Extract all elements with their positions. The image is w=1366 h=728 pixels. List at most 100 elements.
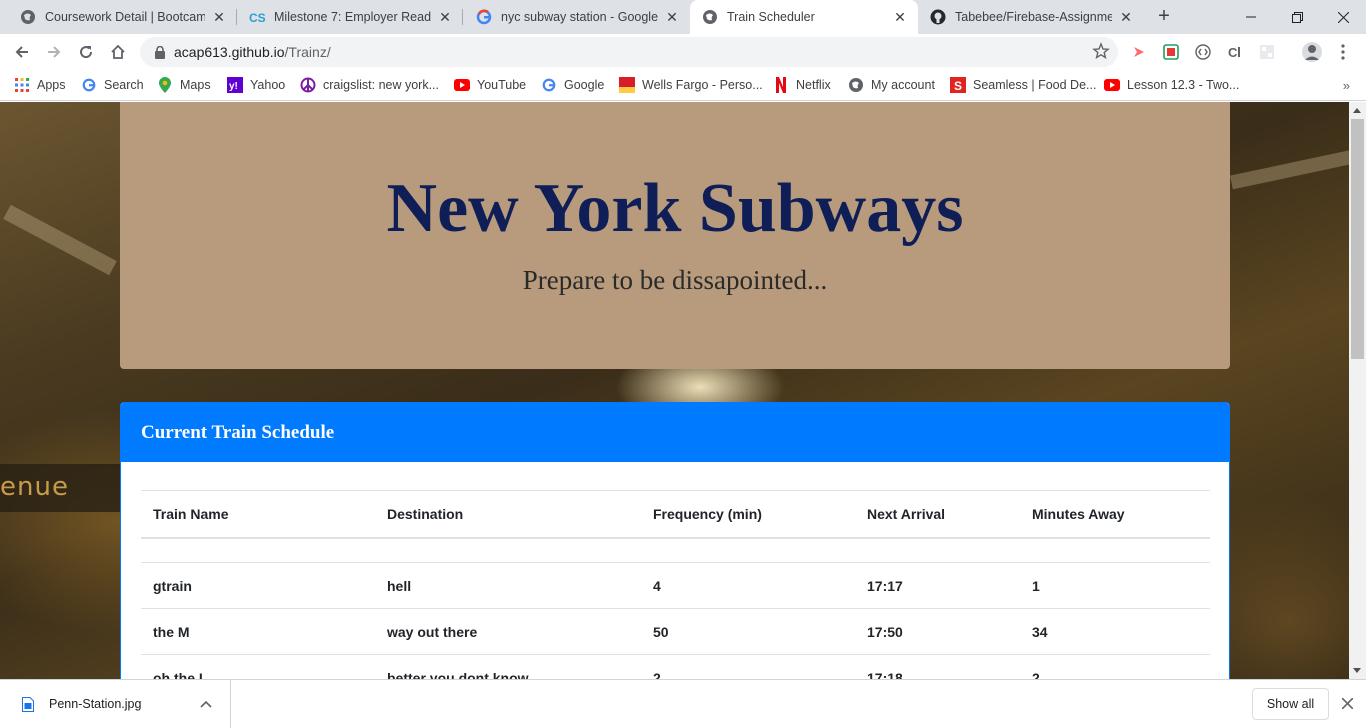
bookmarks-bar: Apps Search Maps y! Yahoo craigslist: ne… [0,70,1366,101]
bookmark-apps[interactable]: Apps [14,75,66,95]
table-spacer-row [141,538,1210,563]
url-host: acap613.github.io [174,44,285,60]
extension-code-icon[interactable] [1194,43,1212,61]
svg-text:S: S [954,79,962,93]
bookmark-google[interactable]: Google [541,75,604,95]
cell-train-name: oh the L [141,654,375,679]
back-arrow-icon[interactable] [8,38,36,66]
home-icon[interactable] [104,38,132,66]
url-path: /Trainz/ [284,44,331,60]
seamless-icon: S [950,77,966,93]
cs-icon: CS [249,9,265,25]
close-window-button[interactable] [1320,0,1366,34]
chevron-up-icon[interactable] [200,696,212,711]
svg-text:y!: y! [229,81,238,92]
extension-grid-icon[interactable] [1258,43,1276,61]
cell-frequency: 50 [641,608,855,655]
cell-destination: hell [375,562,641,609]
close-icon[interactable] [1338,694,1356,712]
kebab-menu-icon[interactable] [1334,43,1352,61]
peace-icon [300,77,316,93]
globe-icon [20,9,36,25]
github-icon [930,9,946,25]
bookmark-lesson[interactable]: Lesson 12.3 - Two... [1104,75,1239,95]
column-header-frequency: Frequency (min) [641,490,855,539]
google-icon [541,77,557,93]
close-icon[interactable]: ✕ [211,9,227,26]
column-header-train-name: Train Name [141,490,375,539]
show-all-downloads-button[interactable]: Show all [1252,688,1329,720]
scrollbar-thumb[interactable] [1351,119,1364,359]
tab-title: Milestone 7: Employer Ready [274,10,431,24]
bookmarks-overflow-button[interactable]: » [1343,78,1350,93]
cell-next-arrival: 17:50 [855,608,1020,655]
profile-avatar[interactable] [1300,40,1324,64]
cell-next-arrival: 17:17 [855,562,1020,609]
new-tab-button[interactable]: + [1152,5,1176,29]
scroll-down-arrow-icon[interactable] [1353,668,1361,673]
bookmark-star-icon[interactable] [1092,42,1110,63]
bookmark-label: Maps [180,78,211,92]
bookmark-label: YouTube [477,78,527,92]
schedule-card: Current Train Schedule Train Name Destin… [120,402,1230,679]
download-file-name: Penn-Station.jpg [49,697,142,711]
jumbotron: New York Subways Prepare to be dissapoin… [120,102,1230,369]
bookmark-netflix[interactable]: Netflix [773,75,831,95]
bookmark-seamless[interactable]: S Seamless | Food De... [950,75,1096,95]
bookmark-label: craigslist: new york... [323,78,440,92]
bookmark-label: Yahoo [250,78,286,92]
bookmark-search[interactable]: Search [81,75,144,95]
close-icon[interactable]: ✕ [664,9,680,26]
bookmark-label: Search [104,78,144,92]
cell-frequency: 4 [641,562,855,609]
bookmark-maps[interactable]: Maps [157,75,211,95]
bookmark-label: Google [564,78,605,92]
bookmark-my-account[interactable]: My account [848,75,935,95]
yahoo-icon: y! [227,77,243,93]
close-icon[interactable]: ✕ [1118,9,1134,26]
bookmark-yahoo[interactable]: y! Yahoo [227,75,285,95]
restore-button[interactable] [1274,0,1320,34]
google-icon [81,77,97,93]
close-icon[interactable]: ✕ [437,9,453,26]
image-file-icon [22,696,34,712]
scroll-up-arrow-icon[interactable] [1353,108,1361,113]
bookmark-craigslist[interactable]: craigslist: new york... [300,75,439,95]
background-beam [1229,148,1349,190]
cell-train-name: gtrain [141,562,375,609]
bookmark-label: Apps [37,78,66,92]
column-header-next-arrival: Next Arrival [855,490,1020,539]
page-scrollbar[interactable] [1349,102,1366,679]
table-row: the M way out there 50 17:50 34 [141,608,1210,655]
google-icon [476,9,492,25]
youtube-icon [1104,77,1120,93]
tab-google-search[interactable]: nyc subway station - Google Se ✕ [464,0,690,34]
tab-coursework[interactable]: Coursework Detail | Bootcamp ✕ [8,0,237,34]
cell-minutes-away: 2 [1020,654,1210,679]
browser-toolbar: acap613.github.io/Trainz/ C [0,34,1366,70]
forward-arrow-icon[interactable] [40,38,68,66]
reload-icon[interactable] [72,38,100,66]
cell-next-arrival: 17:18 [855,654,1020,679]
minimize-button[interactable] [1228,0,1274,34]
tab-title: Coursework Detail | Bootcamp [45,10,205,24]
bookmark-label: Wells Fargo - Perso... [642,78,763,92]
schedule-card-header: Current Train Schedule [121,403,1229,462]
bookmark-label: Seamless | Food De... [973,78,1097,92]
tab-milestone[interactable]: CS Milestone 7: Employer Ready ✕ [237,0,463,34]
tab-train-scheduler[interactable]: Train Scheduler ✕ [690,0,918,34]
cell-frequency: 2 [641,654,855,679]
bookmark-wells-fargo[interactable]: Wells Fargo - Perso... [619,75,763,95]
background-beam [3,204,117,276]
station-sign-text: enue [0,472,69,502]
table-header-row: Train Name Destination Frequency (min) N… [141,490,1210,539]
close-icon[interactable]: ✕ [892,9,908,26]
address-bar[interactable]: acap613.github.io/Trainz/ [140,37,1118,67]
extension-shield-icon[interactable] [1162,43,1180,61]
download-item[interactable]: Penn-Station.jpg [0,680,231,728]
lock-icon[interactable] [152,45,168,59]
bookmark-youtube[interactable]: YouTube [454,75,526,95]
extension-red-arrow-icon[interactable] [1130,43,1148,61]
extension-c-icon[interactable]: C [1226,43,1244,61]
tab-github[interactable]: Tabebee/Firebase-Assignment ✕ [918,0,1144,34]
